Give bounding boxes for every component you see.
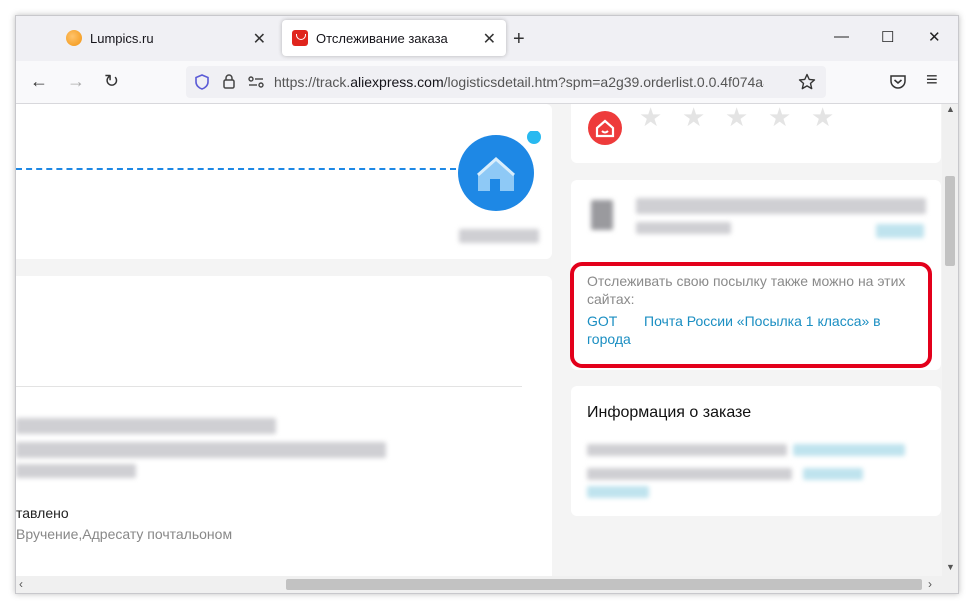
reload-button[interactable]: ↻ — [104, 71, 119, 92]
pocket-icon[interactable] — [889, 73, 907, 91]
tab-order-tracking[interactable]: Отслеживание заказа ✕ — [282, 20, 506, 56]
shield-icon[interactable] — [194, 74, 210, 90]
lock-icon[interactable] — [222, 73, 236, 90]
url-text[interactable]: https://track.aliexpress.com/logisticsde… — [274, 74, 764, 90]
menu-icon[interactable]: ≡ — [926, 69, 938, 92]
page-content: тавлено Вручение,Адресату почтальоном ★ … — [16, 104, 942, 576]
rating-star-icon[interactable]: ★ — [811, 104, 834, 133]
delivery-progress-card — [16, 104, 552, 259]
bookmark-star-icon[interactable] — [798, 73, 816, 91]
url-domain: aliexpress.com — [350, 74, 444, 90]
vertical-scroll-thumb[interactable] — [945, 176, 955, 266]
back-button[interactable]: ← — [30, 71, 48, 92]
tab-title: Lumpics.ru — [90, 30, 154, 46]
rating-star-icon[interactable]: ★ — [639, 104, 662, 133]
horizontal-scrollbar[interactable]: ‹ › — [16, 576, 958, 593]
blurred-link[interactable] — [793, 444, 905, 456]
minimize-button[interactable]: — — [834, 28, 849, 45]
close-tab-icon[interactable]: ✕ — [483, 29, 496, 49]
blurred-text — [16, 464, 136, 478]
scroll-right-icon[interactable]: › — [928, 577, 932, 591]
tracking-details-card: тавлено Вручение,Адресату почтальоном — [16, 276, 552, 576]
aliexpress-favicon-icon — [292, 30, 308, 46]
blurred-status-label — [459, 229, 539, 243]
browser-window: Lumpics.ru ✕ Отслеживание заказа ✕ + — ☐… — [15, 15, 959, 594]
order-info-title: Информация о заказе — [587, 404, 752, 421]
blurred-copy-link[interactable] — [876, 224, 924, 238]
blurred-carrier-name — [636, 198, 926, 214]
url-path: /logisticsdetail.htm?spm=a2g39.orderlist… — [443, 74, 764, 90]
blurred-text — [587, 468, 792, 480]
store-rating-icon — [588, 111, 622, 145]
permissions-icon[interactable] — [248, 75, 264, 89]
new-tab-button[interactable]: + — [513, 28, 525, 51]
tab-title: Отслеживание заказа — [316, 30, 448, 46]
delivery-status: тавлено — [16, 505, 69, 521]
progress-line — [16, 168, 456, 170]
delivery-status-detail: Вручение,Адресату почтальоном — [16, 526, 233, 542]
rating-star-icon[interactable]: ★ — [682, 104, 705, 133]
divider — [16, 386, 522, 387]
rating-star-icon[interactable]: ★ — [768, 104, 791, 133]
blurred-link[interactable] — [803, 468, 863, 480]
blurred-tracking-number — [636, 222, 731, 234]
blurred-link[interactable] — [587, 486, 649, 498]
order-info-card: Информация о заказе — [571, 386, 941, 516]
close-window-button[interactable]: ✕ — [928, 28, 941, 46]
blurred-carrier-logo — [591, 200, 613, 230]
maximize-button[interactable]: ☐ — [881, 28, 894, 46]
close-tab-icon[interactable]: ✕ — [253, 29, 266, 49]
seller-rating-card: ★ ★ ★ ★ ★ — [571, 104, 941, 163]
highlight-frame — [570, 262, 932, 368]
blurred-text — [587, 444, 787, 456]
blurred-text — [16, 442, 386, 458]
navigation-bar: ← → ↻ https://track.aliexpress.com/logis… — [16, 61, 958, 104]
address-bar[interactable]: https://track.aliexpress.com/logisticsde… — [186, 66, 826, 98]
rating-star-icon[interactable]: ★ — [725, 104, 748, 133]
home-delivery-icon — [458, 131, 541, 211]
tab-lumpics[interactable]: Lumpics.ru ✕ — [56, 20, 276, 56]
blurred-text — [16, 418, 276, 434]
lumpics-favicon-icon — [66, 30, 82, 46]
url-prefix: https://track. — [274, 74, 351, 90]
scroll-left-icon[interactable]: ‹ — [19, 577, 23, 591]
forward-button[interactable]: → — [67, 71, 85, 92]
horizontal-scroll-thumb[interactable] — [286, 579, 922, 590]
tab-strip: Lumpics.ru ✕ Отслеживание заказа ✕ + — ☐… — [16, 16, 958, 61]
vertical-scrollbar[interactable]: ▲ ▼ — [942, 104, 958, 576]
scroll-down-icon[interactable]: ▼ — [946, 562, 955, 572]
scroll-up-icon[interactable]: ▲ — [946, 104, 955, 114]
